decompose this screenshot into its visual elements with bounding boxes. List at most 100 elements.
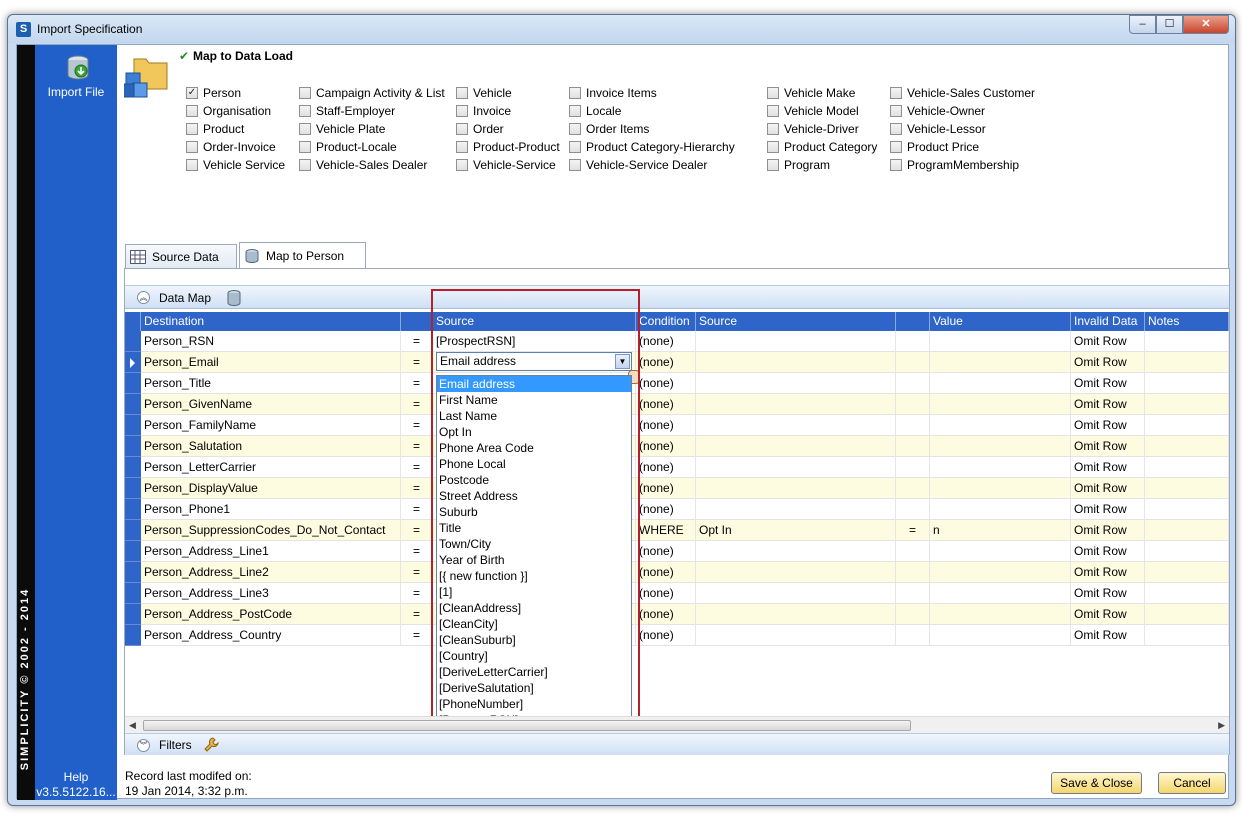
cell-cond[interactable]: (none) <box>636 331 696 352</box>
tab-map-to-person[interactable]: Map to Person <box>239 242 366 269</box>
checkbox-campaign-activity-list[interactable]: Campaign Activity & List <box>299 86 445 100</box>
row-selector[interactable] <box>125 583 141 604</box>
cell-op[interactable] <box>896 583 930 604</box>
table-row[interactable]: Person_Email = (none) Omit Row <box>125 352 1229 373</box>
cell-dest[interactable]: Person_SuppressionCodes_Do_Not_Contact <box>141 520 401 541</box>
cell-invalid[interactable]: Omit Row <box>1071 499 1145 520</box>
cell-value[interactable] <box>930 562 1071 583</box>
cell-dest[interactable]: Person_Email <box>141 352 401 373</box>
checkbox-box[interactable] <box>890 123 902 135</box>
cell-invalid[interactable]: Omit Row <box>1071 625 1145 646</box>
row-selector[interactable] <box>125 331 141 352</box>
cell-notes[interactable] <box>1145 604 1229 625</box>
cell-dest[interactable]: Person_DisplayValue <box>141 478 401 499</box>
table-row[interactable]: Person_DisplayValue = (none) Omit Row <box>125 478 1229 499</box>
cell-source2[interactable] <box>696 604 896 625</box>
cell-invalid[interactable]: Omit Row <box>1071 604 1145 625</box>
close-button[interactable]: ✕ <box>1183 15 1229 34</box>
cell-source2[interactable] <box>696 583 896 604</box>
checkbox-invoice[interactable]: Invoice <box>456 104 511 118</box>
checkbox-vehicle-make[interactable]: Vehicle Make <box>767 86 855 100</box>
cell-dest[interactable]: Person_Address_Line2 <box>141 562 401 583</box>
cell-eq[interactable]: = <box>401 625 433 646</box>
cell-value[interactable] <box>930 541 1071 562</box>
cell-source2[interactable] <box>696 415 896 436</box>
cell-notes[interactable] <box>1145 562 1229 583</box>
checkbox-programmembership[interactable]: ProgramMembership <box>890 158 1019 172</box>
cell-source2[interactable] <box>696 331 896 352</box>
cell-cond[interactable]: (none) <box>636 478 696 499</box>
table-row[interactable]: Person_SuppressionCodes_Do_Not_Contact = W… <box>125 520 1229 541</box>
scroll-right-icon[interactable]: ▶ <box>1218 720 1225 731</box>
cell-value[interactable] <box>930 583 1071 604</box>
tab-source-data[interactable]: Source Data <box>125 244 237 268</box>
checkbox-box[interactable] <box>299 159 311 171</box>
table-row[interactable]: Person_Address_Line3 = (none) Omit Row <box>125 583 1229 604</box>
cell-op[interactable] <box>896 625 930 646</box>
checkbox-vehicle-owner[interactable]: Vehicle-Owner <box>890 104 985 118</box>
table-row[interactable]: Person_GivenName = (none) Omit Row <box>125 394 1229 415</box>
checkbox-locale[interactable]: Locale <box>569 104 621 118</box>
cell-source2[interactable] <box>696 457 896 478</box>
row-selector[interactable] <box>125 373 141 394</box>
cell-notes[interactable] <box>1145 625 1229 646</box>
cell-value[interactable] <box>930 436 1071 457</box>
cell-cond[interactable]: (none) <box>636 457 696 478</box>
cell-notes[interactable] <box>1145 457 1229 478</box>
cell-dest[interactable]: Person_RSN <box>141 331 401 352</box>
col-value[interactable]: Value <box>930 312 1071 331</box>
checkbox-box[interactable] <box>456 123 468 135</box>
cell-notes[interactable] <box>1145 415 1229 436</box>
cell-value[interactable] <box>930 394 1071 415</box>
checkbox-staff-employer[interactable]: Staff-Employer <box>299 104 395 118</box>
checkbox-product-price[interactable]: Product Price <box>890 140 979 154</box>
cell-notes[interactable] <box>1145 436 1229 457</box>
cell-dest[interactable]: Person_Title <box>141 373 401 394</box>
title-bar[interactable]: S Import Specification ‒ ☐ ✕ <box>8 15 1235 43</box>
cell-op[interactable] <box>896 541 930 562</box>
scroll-left-icon[interactable]: ◀ <box>129 720 136 731</box>
cell-source2[interactable] <box>696 436 896 457</box>
cell-dest[interactable]: Person_Address_Country <box>141 625 401 646</box>
cell-value[interactable] <box>930 415 1071 436</box>
cell-cond[interactable]: (none) <box>636 415 696 436</box>
cell-invalid[interactable]: Omit Row <box>1071 436 1145 457</box>
cell-source2[interactable] <box>696 352 896 373</box>
table-row[interactable]: Person_RSN = [ProspectRSN] (none) Omit Row <box>125 331 1229 352</box>
cell-cond[interactable]: (none) <box>636 562 696 583</box>
cell-invalid[interactable]: Omit Row <box>1071 541 1145 562</box>
cell-invalid[interactable]: Omit Row <box>1071 478 1145 499</box>
cell-value[interactable] <box>930 373 1071 394</box>
checkbox-product-locale[interactable]: Product-Locale <box>299 140 397 154</box>
cell-cond[interactable]: (none) <box>636 436 696 457</box>
cell-dest[interactable]: Person_Phone1 <box>141 499 401 520</box>
cell-invalid[interactable]: Omit Row <box>1071 583 1145 604</box>
maximize-button[interactable]: ☐ <box>1156 15 1183 34</box>
cell-notes[interactable] <box>1145 541 1229 562</box>
checkbox-box[interactable] <box>767 123 779 135</box>
cell-cond[interactable]: (none) <box>636 373 696 394</box>
checkbox-product-product[interactable]: Product-Product <box>456 140 560 154</box>
cell-notes[interactable] <box>1145 520 1229 541</box>
checkbox-invoice-items[interactable]: Invoice Items <box>569 86 657 100</box>
checkbox-vehicle-sales-customer[interactable]: Vehicle-Sales Customer <box>890 86 1035 100</box>
cell-notes[interactable] <box>1145 499 1229 520</box>
wrench-icon[interactable] <box>203 736 219 752</box>
expand-down-icon[interactable]: ︾ <box>137 739 150 752</box>
checkbox-product-category[interactable]: Product Category <box>767 140 877 154</box>
help-link[interactable]: Help <box>35 770 117 784</box>
cell-eq[interactable]: = <box>401 478 433 499</box>
checkbox-order-invoice[interactable]: Order-Invoice <box>186 140 276 154</box>
checkbox-box[interactable] <box>890 105 902 117</box>
checkbox-box[interactable] <box>767 105 779 117</box>
checkbox-box[interactable]: ✓ <box>186 87 198 99</box>
cell-op[interactable] <box>896 415 930 436</box>
horizontal-scrollbar[interactable]: ◀ ▶ <box>125 716 1229 733</box>
checkbox-box[interactable] <box>456 159 468 171</box>
checkbox-program[interactable]: Program <box>767 158 830 172</box>
row-selector[interactable] <box>125 436 141 457</box>
cell-invalid[interactable]: Omit Row <box>1071 352 1145 373</box>
cell-eq[interactable]: = <box>401 583 433 604</box>
cell-eq[interactable]: = <box>401 352 433 373</box>
cell-invalid[interactable]: Omit Row <box>1071 394 1145 415</box>
